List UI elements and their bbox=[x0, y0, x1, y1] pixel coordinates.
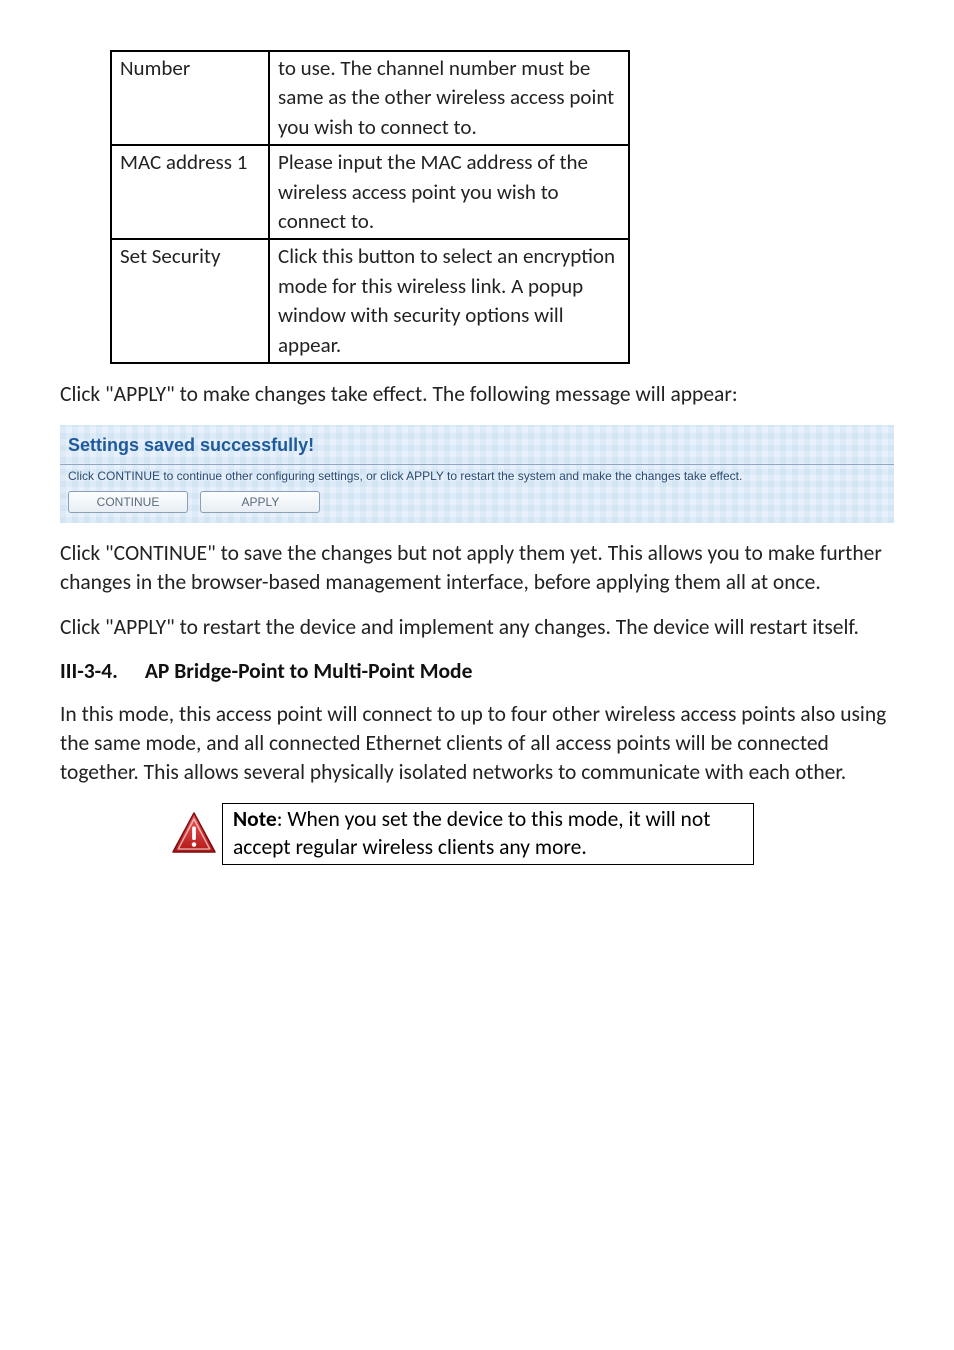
row-label: MAC address 1 bbox=[111, 145, 269, 239]
paragraph-continue-desc: Click "CONTINUE" to save the changes but… bbox=[60, 539, 894, 597]
settings-buttons-row: CONTINUE APPLY bbox=[60, 491, 894, 513]
definition-table: Number to use. The channel number must b… bbox=[110, 50, 630, 364]
row-label: Number bbox=[111, 51, 269, 145]
row-desc: to use. The channel number must be same … bbox=[269, 51, 629, 145]
paragraph-apply-desc: Click "APPLY" to restart the device and … bbox=[60, 613, 894, 642]
paragraph-apply-prompt: Click "APPLY" to make changes take effec… bbox=[60, 380, 894, 409]
heading-title: AP Bridge-Point to Multi-Point Mode bbox=[145, 658, 473, 684]
row-desc: Click this button to select an encryptio… bbox=[269, 239, 629, 363]
heading-number: III-3-4. bbox=[60, 658, 140, 684]
table-row: Number to use. The channel number must b… bbox=[111, 51, 629, 145]
note-label: Note bbox=[233, 806, 277, 832]
divider bbox=[60, 464, 894, 465]
table-row: MAC address 1 Please input the MAC addre… bbox=[111, 145, 629, 239]
paragraph-mode-desc: In this mode, this access point will con… bbox=[60, 700, 894, 787]
settings-saved-panel: Settings saved successfully! Click CONTI… bbox=[60, 425, 894, 523]
row-label: Set Security bbox=[111, 239, 269, 363]
note-block: Note: When you set the device to this mo… bbox=[170, 803, 894, 865]
section-heading: III-3-4. AP Bridge-Point to Multi-Point … bbox=[60, 658, 894, 684]
settings-hint: Click CONTINUE to continue other configu… bbox=[60, 469, 894, 491]
warning-icon bbox=[170, 810, 218, 858]
note-text: : When you set the device to this mode, … bbox=[233, 806, 710, 860]
note-text-box: Note: When you set the device to this mo… bbox=[222, 803, 754, 865]
table-row: Set Security Click this button to select… bbox=[111, 239, 629, 363]
row-desc: Please input the MAC address of the wire… bbox=[269, 145, 629, 239]
apply-button[interactable]: APPLY bbox=[200, 491, 320, 513]
settings-saved-title: Settings saved successfully! bbox=[60, 435, 894, 460]
continue-button[interactable]: CONTINUE bbox=[68, 491, 188, 513]
